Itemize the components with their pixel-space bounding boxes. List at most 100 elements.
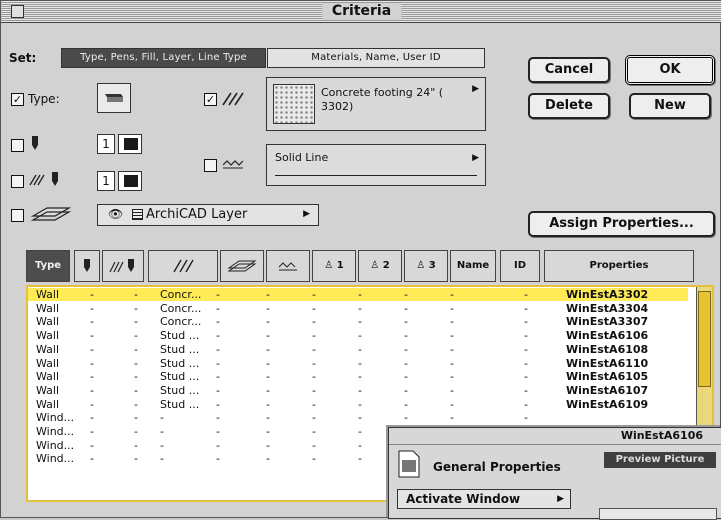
cell-c6: - [312,397,316,411]
cell-c4: - [216,383,220,397]
cell-c1: - [90,315,94,329]
cell-fill: Stud ... [160,370,200,384]
cell-c10: - [524,342,528,356]
fill-pattern-icon [222,92,244,106]
cell-type: Wall [36,315,60,329]
cell-prop: WinEstA6106 [566,329,649,343]
fill-checkbox[interactable]: ✓ [204,93,217,106]
line-type-panel[interactable]: Solid Line ▶ [266,144,486,186]
set-label: Set: [9,51,37,65]
cell-c6: - [312,356,316,370]
table-row[interactable]: Wind... - - - - - - - - - - [28,411,688,424]
cell-c8: - [404,397,408,411]
col-pen-3-label: 3 [428,260,436,271]
layer-selector[interactable]: 👁 ArchiCAD Layer ▶ [97,204,319,226]
cell-c2: - [134,452,138,466]
type-checkbox[interactable]: ✓ [11,93,24,106]
cell-c4: - [216,452,220,466]
cell-c1: - [90,288,94,301]
section-pen-number-field[interactable]: 1 [97,171,115,191]
cell-c2: - [134,370,138,384]
table-row[interactable]: Wall - - Stud ... - - - - - - - WinEstA6110 [28,357,688,370]
scrollbar-thumb[interactable] [698,291,711,387]
section-pen-color-swatch[interactable] [118,171,142,191]
cell-c7: - [358,315,362,329]
col-section-pen[interactable] [102,250,144,282]
table-row[interactable]: Wall - - Concr... - - - - - - - WinEstA3307 [28,315,688,328]
cell-c6: - [312,411,316,425]
overlay-field[interactable] [599,508,717,520]
new-button[interactable]: New [629,93,711,119]
cell-c7: - [358,301,362,315]
general-properties-palette[interactable]: WinEstA6106 General Properties Preview P… [388,427,721,520]
cell-fill: Concr... [160,301,202,315]
table-row[interactable]: Wall - - Concr... - - - - - - - WinEstA3302 [28,288,688,301]
cell-c4: - [216,356,220,370]
cell-c7: - [358,356,362,370]
table-row[interactable]: Wall - - Stud ... - - - - - - - WinEstA6107 [28,384,688,397]
set-tab-type-pens[interactable]: Type, Pens, Fill, Layer, Line Type [61,48,266,68]
cell-c2: - [134,383,138,397]
section-pen-checkbox[interactable] [11,175,24,188]
col-fill[interactable] [148,250,218,282]
col-properties[interactable]: Properties [544,250,694,282]
fill-value: Concrete footing 24" ( 3302) [321,86,444,113]
pen-checkbox[interactable] [11,139,24,152]
col-pen-3[interactable]: ♙ 3 [404,250,448,282]
cell-c2: - [134,411,138,425]
cell-c7: - [358,397,362,411]
title-bar[interactable]: Criteria [1,1,721,23]
col-layer[interactable] [220,250,264,282]
overlay-header-value: WinEstA6106 [620,429,703,442]
cell-type: Wall [36,288,60,301]
pen-number-field[interactable]: 1 [97,134,115,154]
cell-c4: - [216,438,220,452]
cell-prop: WinEstA6105 [566,370,649,384]
col-id[interactable]: ID [500,250,540,282]
col-line-type[interactable] [266,250,310,282]
table-row[interactable]: Wall - - Stud ... - - - - - - - WinEstA6106 [28,329,688,342]
set-tab-materials[interactable]: Materials, Name, User ID [267,48,485,68]
preview-picture-button[interactable]: Preview Picture [604,452,716,468]
section-pen-icon [29,172,58,186]
type-selector[interactable] [97,83,131,113]
ok-button[interactable]: OK [625,55,715,85]
cell-c5: - [266,288,270,301]
cell-c4: - [216,315,220,329]
pen-figure-icon: ♙ [370,260,380,271]
col-pen-1[interactable]: ♙ 1 [312,250,356,282]
cell-c5: - [266,425,270,438]
fill-panel[interactable]: Concrete footing 24" ( 3302) ▶ [266,77,486,131]
cell-c10: - [524,288,528,301]
layer-checkbox[interactable] [11,209,24,222]
cell-c10: - [524,356,528,370]
cell-c4: - [216,411,220,425]
table-row[interactable]: Wall - - Stud ... - - - - - - - WinEstA6105 [28,370,688,383]
cell-c5: - [266,397,270,411]
pen-icon [84,259,90,272]
cell-c4: - [216,397,220,411]
cell-prop: WinEstA3302 [566,288,649,301]
assign-properties-button[interactable]: Assign Properties... [528,211,715,237]
cancel-button[interactable]: Cancel [528,57,610,83]
line-type-checkbox[interactable] [204,159,217,172]
table-row[interactable]: Wall - - Concr... - - - - - - - WinEstA3304 [28,302,688,315]
table-row[interactable]: Wall - - Stud ... - - - - - - - WinEstA6109 [28,398,688,411]
table-row[interactable]: Wall - - Stud ... - - - - - - - WinEstA6108 [28,343,688,356]
col-pen[interactable] [74,250,100,282]
cell-c7: - [358,288,362,301]
cell-c6: - [312,370,316,384]
cell-c8: - [404,329,408,343]
pen-color-swatch[interactable] [118,134,142,154]
delete-button[interactable]: Delete [528,93,610,119]
activate-window-label: Activate Window [406,492,521,506]
wall-type-icon [105,94,123,102]
activate-window-menu[interactable]: Activate Window ▶ [397,489,571,509]
cell-prop: WinEstA6108 [566,342,649,356]
cell-c7: - [358,425,362,438]
cell-prop: WinEstA3307 [566,315,649,329]
close-box[interactable] [11,5,24,18]
col-name[interactable]: Name [450,250,496,282]
col-type[interactable]: Type [26,250,70,282]
col-pen-2[interactable]: ♙ 2 [358,250,402,282]
